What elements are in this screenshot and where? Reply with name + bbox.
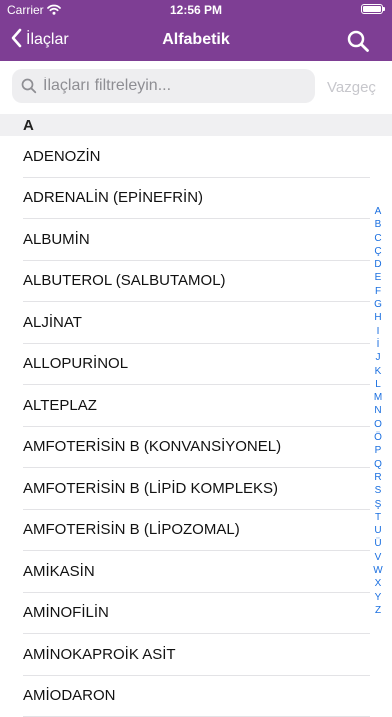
status-bar: Carrier 12:56 PM	[0, 0, 392, 20]
index-letter[interactable]: R	[371, 471, 385, 484]
index-letter[interactable]: B	[371, 218, 385, 231]
index-letter[interactable]: Ö	[371, 431, 385, 444]
index-letter[interactable]: C	[371, 232, 385, 245]
index-letter[interactable]: W	[371, 564, 385, 577]
index-letter[interactable]: E	[371, 271, 385, 284]
index-letter[interactable]: I	[371, 325, 385, 338]
item-label: ALBUTEROL (SALBUTAMOL)	[23, 272, 226, 289]
section-index[interactable]: A B C Ç D E F G H I İ J K L M N O Ö P Q …	[371, 205, 385, 617]
index-letter[interactable]: M	[371, 391, 385, 404]
page-title: Alfabetik	[0, 31, 392, 49]
list-item[interactable]: AMİODARON	[23, 676, 370, 717]
index-letter[interactable]: J	[371, 351, 385, 364]
item-label: ALJİNAT	[23, 314, 82, 331]
index-letter[interactable]: S	[371, 484, 385, 497]
index-letter[interactable]: Y	[371, 591, 385, 604]
battery-icon	[361, 4, 383, 14]
item-label: AMİNOFİLİN	[23, 604, 109, 621]
index-letter[interactable]: F	[371, 285, 385, 298]
nav-bar: İlaçlar Alfabetik	[0, 20, 392, 61]
index-letter[interactable]: İ	[371, 338, 385, 351]
list-item[interactable]: AMİNOKAPROİK ASİT	[23, 634, 370, 676]
index-letter[interactable]: Ü	[371, 537, 385, 550]
list-item[interactable]: ALTEPLAZ	[23, 385, 370, 427]
index-letter[interactable]: D	[371, 258, 385, 271]
item-label: AMFOTERİSİN B (KONVANSİYONEL)	[23, 438, 281, 455]
item-label: ADENOZİN	[23, 148, 101, 165]
index-letter[interactable]: T	[371, 511, 385, 524]
list-item[interactable]: ALBUMİN	[23, 219, 370, 261]
index-letter[interactable]: Ş	[371, 498, 385, 511]
search-button[interactable]	[346, 29, 370, 53]
index-letter[interactable]: O	[371, 418, 385, 431]
item-label: ALTEPLAZ	[23, 397, 97, 414]
item-label: AMFOTERİSİN B (LİPOZOMAL)	[23, 521, 240, 538]
item-label: ADRENALİN (EPİNEFRİN)	[23, 189, 203, 206]
section-header: A	[0, 114, 392, 136]
item-label: AMFOTERİSİN B (LİPİD KOMPLEKS)	[23, 480, 278, 497]
index-letter[interactable]: N	[371, 404, 385, 417]
list-item[interactable]: AMFOTERİSİN B (LİPOZOMAL)	[23, 510, 370, 552]
magnifier-icon	[21, 78, 37, 94]
search-icon	[346, 40, 370, 57]
search-field[interactable]	[12, 69, 315, 103]
list-item[interactable]: ALLOPURİNOL	[23, 344, 370, 386]
index-letter[interactable]: H	[371, 311, 385, 324]
index-letter[interactable]: G	[371, 298, 385, 311]
item-label: ALLOPURİNOL	[23, 355, 128, 372]
item-label: AMİNOKAPROİK ASİT	[23, 646, 176, 663]
index-letter[interactable]: A	[371, 205, 385, 218]
index-letter[interactable]: Ç	[371, 245, 385, 258]
status-time: 12:56 PM	[0, 3, 392, 17]
index-letter[interactable]: V	[371, 551, 385, 564]
list-item[interactable]: ALJİNAT	[23, 302, 370, 344]
index-letter[interactable]: P	[371, 444, 385, 457]
item-label: AMİKASİN	[23, 563, 95, 580]
item-label: ALBUMİN	[23, 231, 90, 248]
list-item[interactable]: ALBUTEROL (SALBUTAMOL)	[23, 261, 370, 303]
search-bar: Vazgeç	[0, 61, 392, 114]
list-item[interactable]: AMİNOFİLİN	[23, 593, 370, 635]
list-item[interactable]: AMFOTERİSİN B (KONVANSİYONEL)	[23, 427, 370, 469]
index-letter[interactable]: X	[371, 577, 385, 590]
index-letter[interactable]: Z	[371, 604, 385, 617]
cancel-button[interactable]: Vazgeç	[327, 79, 376, 96]
drug-list: ADENOZİN ADRENALİN (EPİNEFRİN) ALBUMİN A…	[0, 136, 370, 717]
search-input[interactable]	[41, 76, 305, 96]
index-letter[interactable]: U	[371, 524, 385, 537]
section-letter: A	[23, 117, 34, 134]
index-letter[interactable]: L	[371, 378, 385, 391]
list-item[interactable]: ADENOZİN	[23, 136, 370, 178]
index-letter[interactable]: K	[371, 365, 385, 378]
list-item[interactable]: AMİKASİN	[23, 551, 370, 593]
index-letter[interactable]: Q	[371, 458, 385, 471]
list-item[interactable]: AMFOTERİSİN B (LİPİD KOMPLEKS)	[23, 468, 370, 510]
list-item[interactable]: ADRENALİN (EPİNEFRİN)	[23, 178, 370, 220]
navigation-header: Carrier 12:56 PM İlaçlar Alfabetik	[0, 0, 392, 61]
